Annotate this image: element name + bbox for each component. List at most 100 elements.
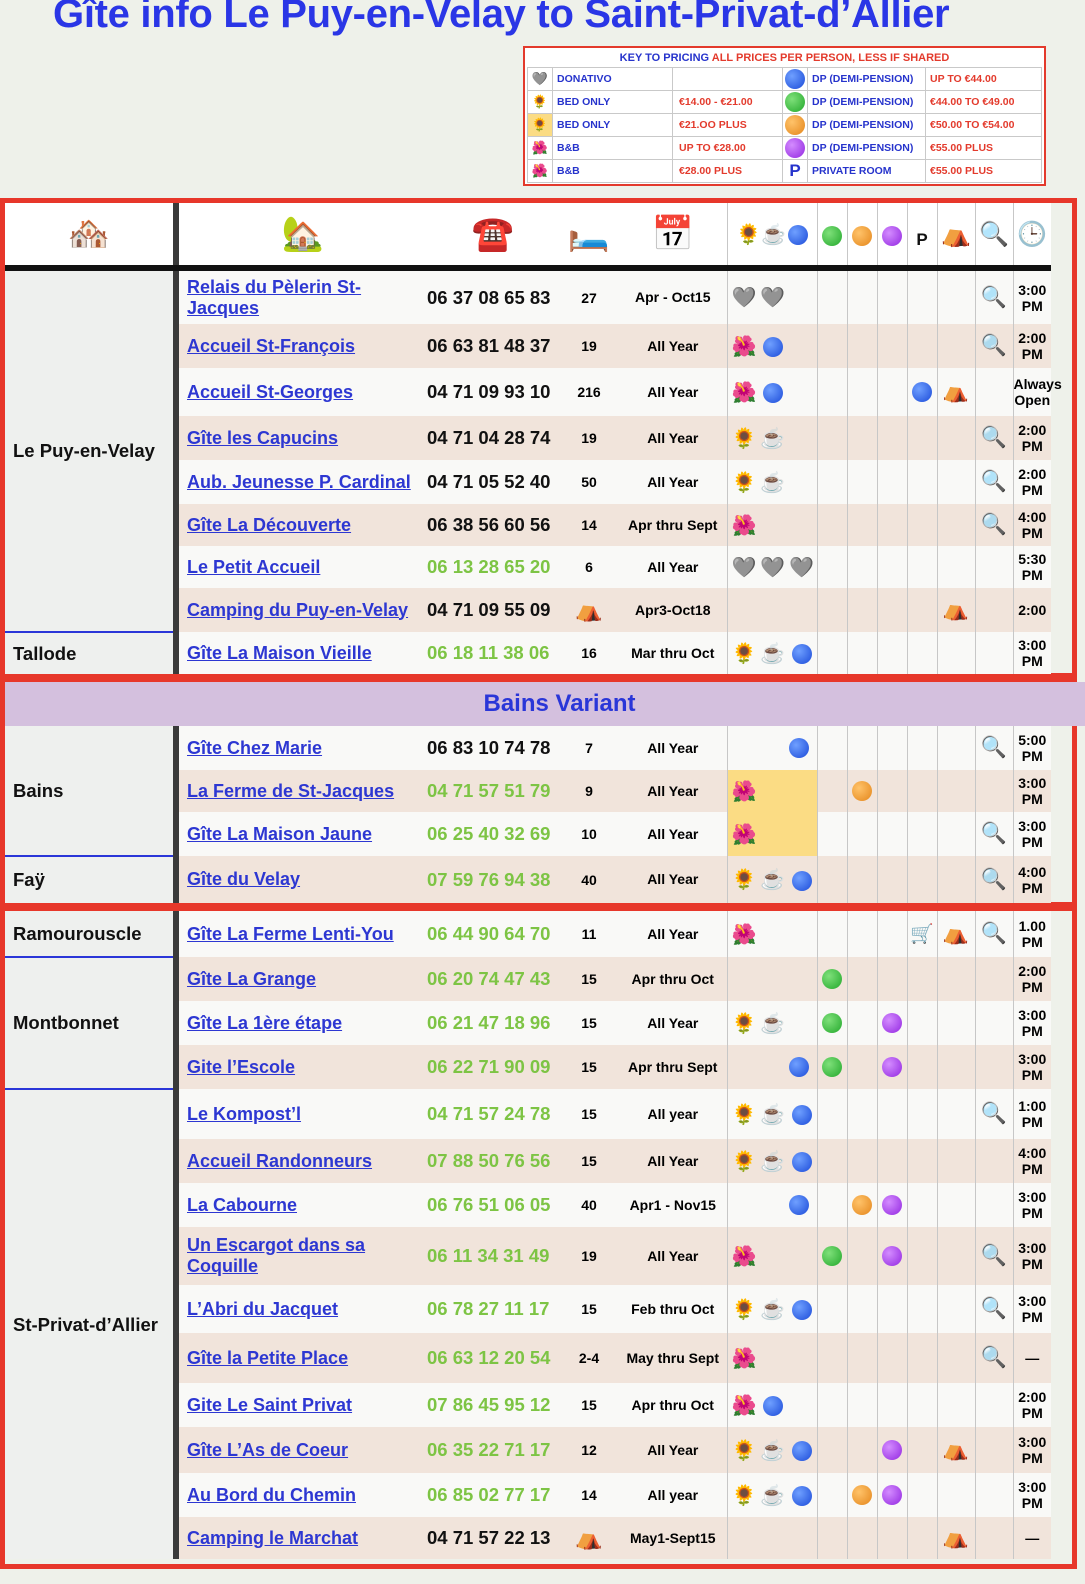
magnifier-icon[interactable]: 🔍 [981,470,1007,493]
gite-link[interactable]: Accueil Randonneurs [187,1151,372,1171]
magnifier-icon[interactable]: 🔍 [981,513,1007,536]
gite-name-cell: Gîte du Velay [176,856,427,903]
green-col [816,416,847,460]
gite-link[interactable]: Camping le Marchat [187,1528,358,1548]
location-cell: Montbonnet [5,957,179,1090]
coffee-icon: ☕ [760,471,786,494]
search-col [974,1183,1013,1227]
sunflower-icon: 🌻 [736,223,761,246]
arrival-time: 2:00 PM [1012,416,1051,460]
green-col [816,1333,847,1383]
search-col [974,1139,1013,1183]
sunflower-icon: 🌻 [731,642,757,665]
gite-link[interactable]: Le Kompost’l [187,1104,301,1124]
gite-link[interactable]: Aub. Jeunesse P. Cardinal [187,472,411,492]
magnifier-icon[interactable]: 🔍 [981,1297,1007,1320]
open-season: All Year [647,1152,699,1169]
arrival-time: 3:00 PM [1012,1227,1051,1285]
magnifier-icon[interactable]: 🔍 [981,736,1007,759]
bains-variant-heading: Bains Variant [5,682,1085,726]
tent-col [936,1285,975,1333]
search-col: 🔍 [974,504,1013,546]
key-icon-a: 🌻 [527,90,553,114]
gite-link[interactable]: La Cabourne [187,1195,297,1215]
magnifier-icon[interactable]: 🔍 [981,426,1007,449]
magnifier-icon[interactable]: 🔍 [981,1244,1007,1267]
magnifier-icon[interactable]: 🔍 [981,1102,1007,1125]
gite-link[interactable]: Camping du Puy-en-Velay [187,600,408,620]
gite-link[interactable]: Gîte du Velay [187,869,300,889]
gite-link[interactable]: Le Petit Accueil [187,557,320,577]
magnifier-icon[interactable]: 🔍 [981,822,1007,845]
gite-link[interactable]: Gîte les Capucins [187,428,338,448]
gite-link[interactable]: Gite l’Escole [187,1057,295,1077]
gite-link[interactable]: Un Escargot dans sa Coquille [187,1235,365,1276]
bed-count: 40 [581,871,597,888]
table-row: Tallode Gîte La Maison Vieille 06 18 11 38… [5,632,1085,674]
search-col: 🔍 [974,726,1013,770]
orange-col [846,504,877,546]
gite-link[interactable]: L’Abri du Jacquet [187,1299,338,1319]
clock-icon-header: 🕒 [1012,203,1051,271]
gite-link[interactable]: Gîte La Ferme Lenti-You [187,924,394,944]
phone-number: 06 63 12 20 54 [427,1347,551,1368]
phone-number: 07 86 45 95 12 [427,1394,551,1415]
blue-dot [792,644,813,665]
pricing-icons: 🌺 [726,911,817,957]
phone-number: 06 25 40 32 69 [427,823,551,844]
pricing-key-row: 🌺 B&B €28.00 PLUS P PRIVATE ROOM €55.00 PLUS [527,159,1042,183]
gite-link[interactable]: Gîte La 1ère étape [187,1013,342,1033]
bed-count: 15 [581,1153,597,1169]
gite-name-cell: Camping le Marchat [176,1517,427,1559]
arrival-time: Always Open [1012,368,1062,416]
blue-dot [788,1195,809,1216]
gite-link[interactable]: Gîte la Petite Place [187,1348,348,1368]
telephone-icon: ☎️ [471,215,515,253]
gite-name-cell: Gîte Chez Marie [176,726,427,770]
orange-col [846,1473,877,1517]
gite-link[interactable]: Gîte La Maison Vieille [187,643,372,663]
arrival-time: 3:00 PM [1012,1427,1051,1473]
open-season: All Year [647,782,699,799]
gite-link[interactable]: Gîte La Grange [187,969,316,989]
sunflower-icon: 🌻 [731,471,757,494]
gite-link[interactable]: Gîte La Découverte [187,515,351,535]
magnifier-icon[interactable]: 🔍 [981,334,1007,357]
purple-col [876,546,907,588]
telephone-icon-header: ☎️ [427,203,559,271]
key-icon-b [782,67,808,91]
gite-link[interactable]: Gîte La Maison Jaune [187,824,372,844]
gite-link[interactable]: La Ferme de St-Jacques [187,781,394,801]
gite-name-cell: Gîte La Ferme Lenti-You [176,911,427,957]
orange-col [846,1045,877,1089]
green-dot [822,1057,842,1078]
magnifier-icon[interactable]: 🔍 [981,868,1007,891]
magnifier-icon[interactable]: 🔍 [981,922,1007,945]
green-col [816,1473,847,1517]
orange-col [846,588,877,632]
gite-link[interactable]: Gîte Chez Marie [187,738,322,758]
key-label-a: BED ONLY [552,113,673,137]
arrival-time: 1.00 PM [1012,911,1051,957]
phone-number: 04 71 05 52 40 [427,471,551,492]
magnifier-icon[interactable]: 🔍 [981,1346,1007,1369]
phone-number: 06 22 71 90 09 [427,1056,551,1077]
search-col: 🔍 [974,1285,1013,1333]
gite-link[interactable]: Au Bord du Chemin [187,1485,356,1505]
green-col [816,1089,847,1139]
gite-link[interactable]: Gîte L’As de Coeur [187,1440,348,1460]
purple-col [876,268,907,324]
magnifier-icon[interactable]: 🔍 [981,286,1007,309]
private-col [906,1333,937,1383]
gite-link[interactable]: Relais du Pèlerin St-Jacques [187,277,361,318]
bed-count: 15 [581,1059,597,1075]
orange-col [846,632,877,674]
purple-col [876,1001,907,1045]
search-col: 🔍 [974,911,1013,957]
gite-link[interactable]: Gite Le Saint Privat [187,1395,352,1415]
arrival-time: 3:00 PM [1012,1473,1051,1517]
pricing-icons [726,726,817,770]
gite-link[interactable]: Accueil St-François [187,336,355,356]
gite-link[interactable]: Accueil St-Georges [187,382,353,402]
key-price-b: UP TO €44.00 [925,67,1042,91]
